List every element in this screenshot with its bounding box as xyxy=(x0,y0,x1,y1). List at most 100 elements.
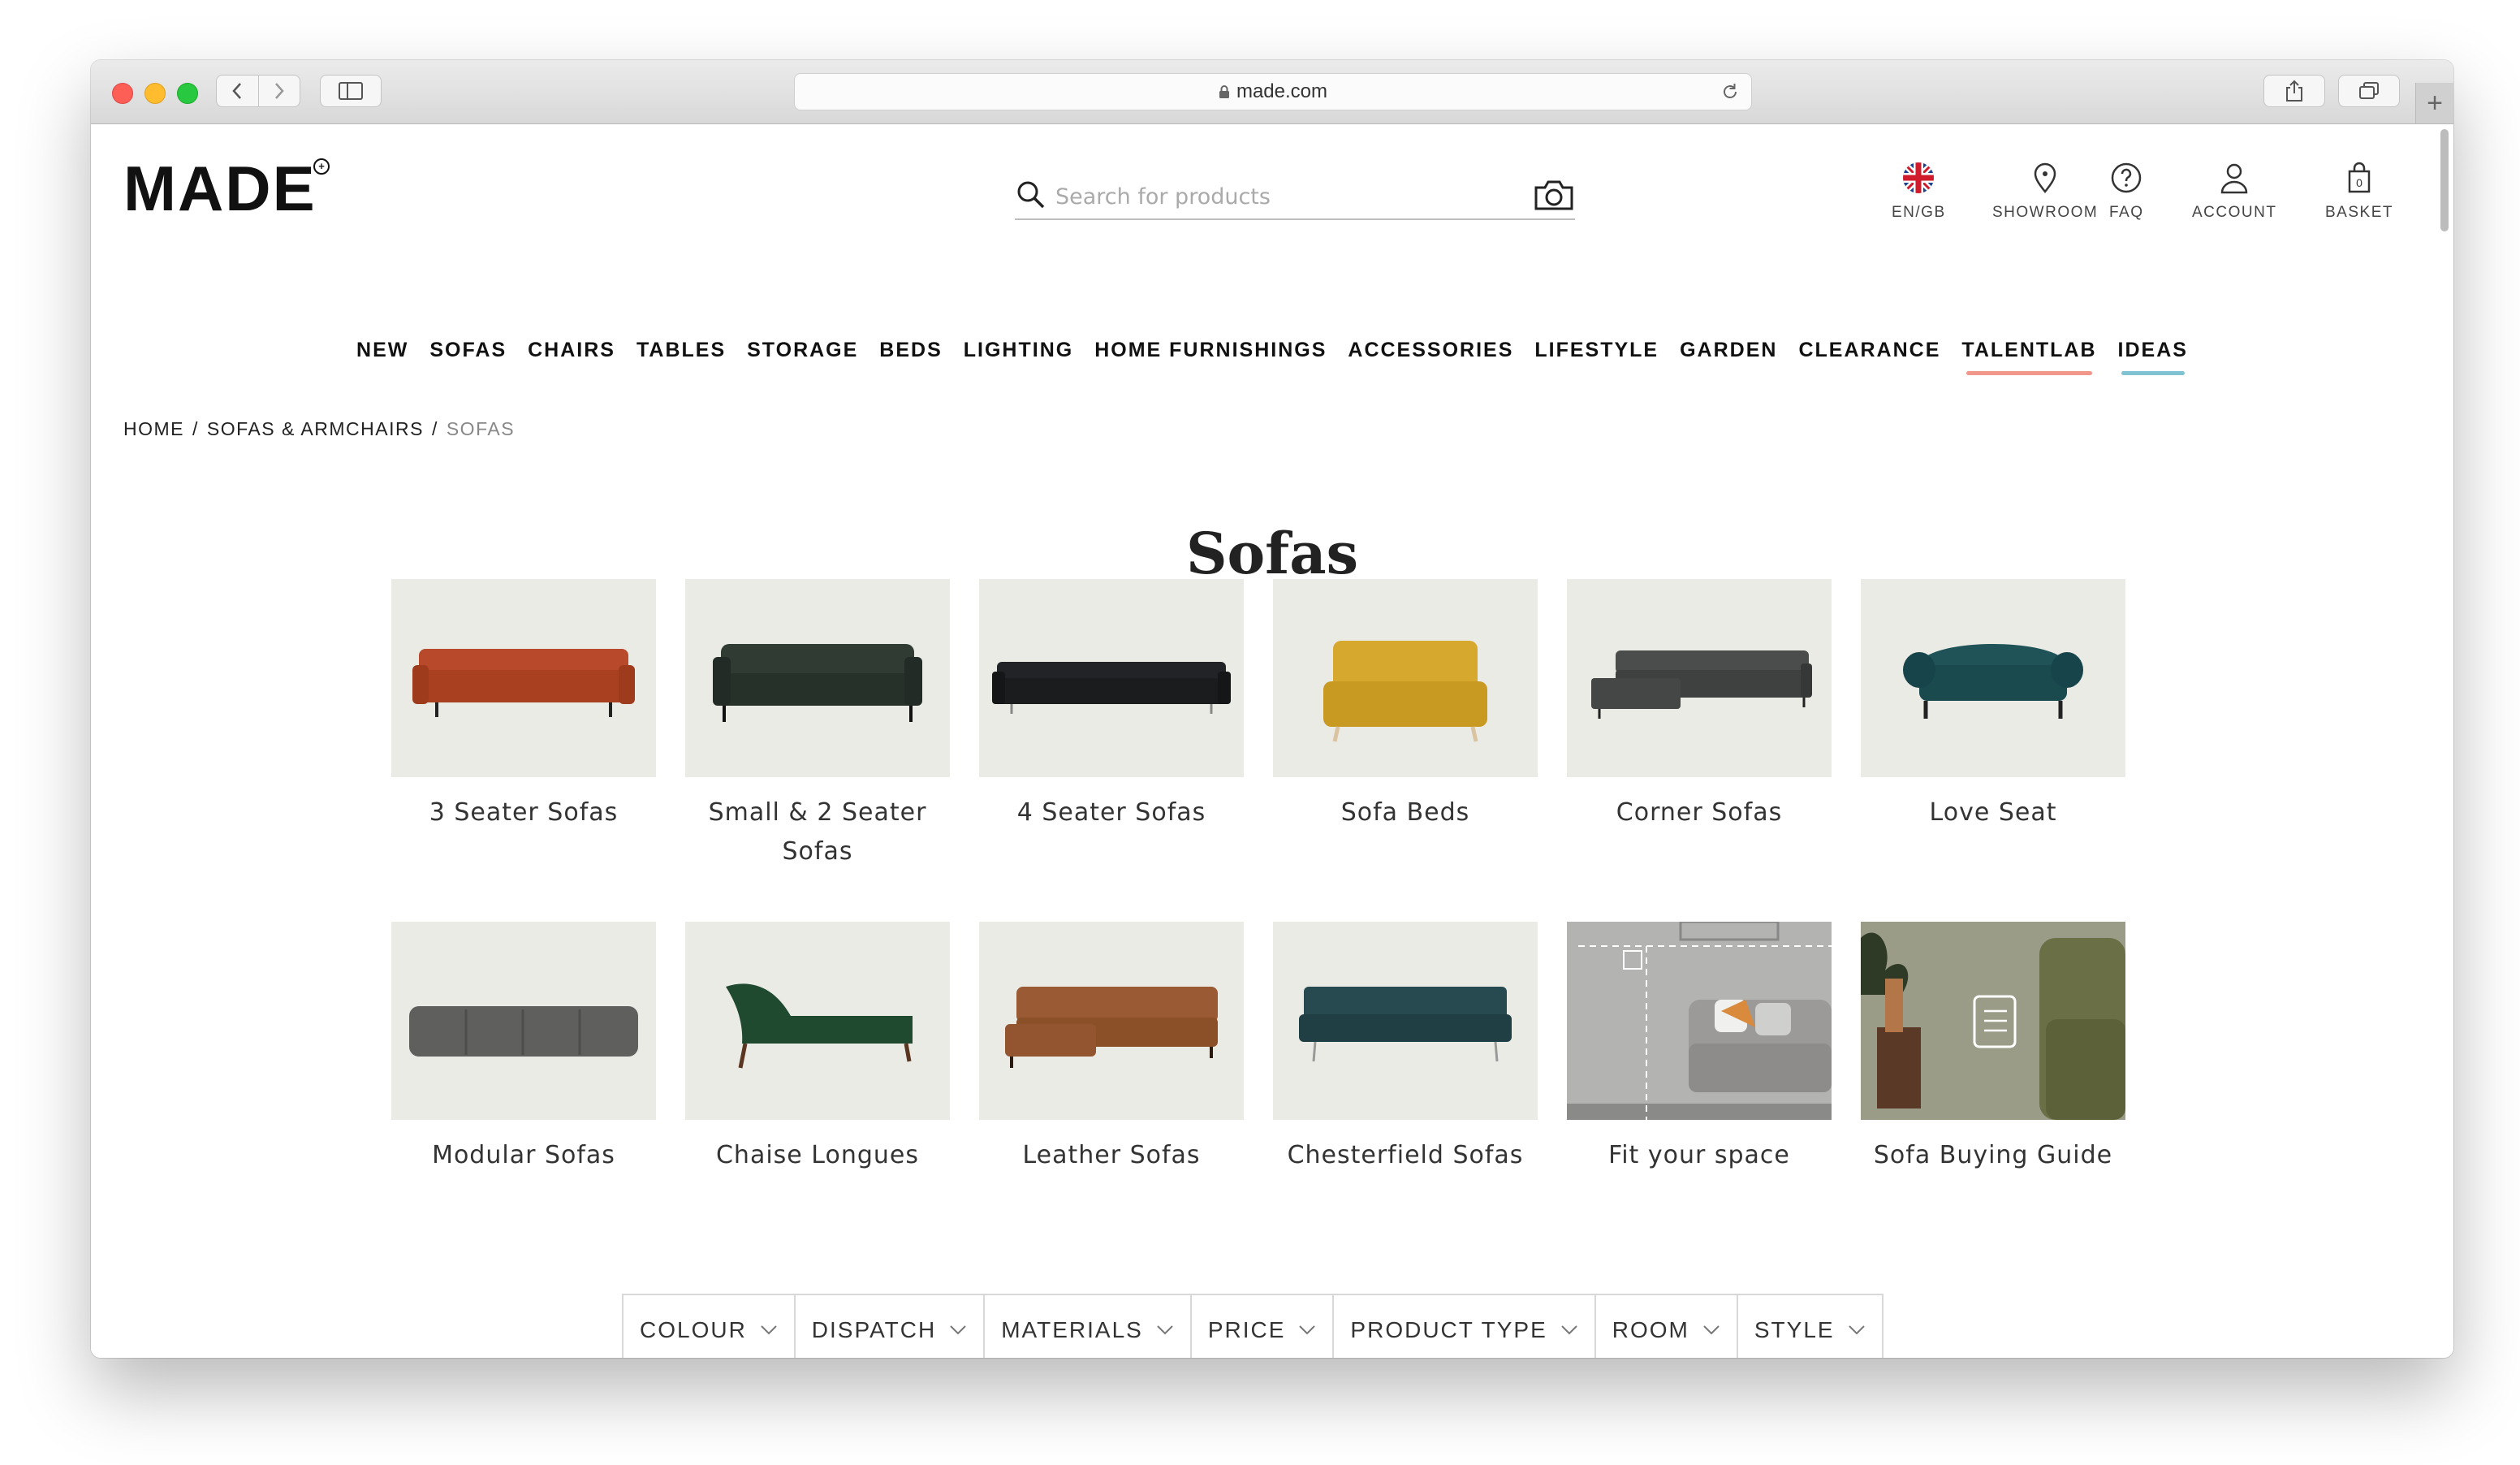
category-tile-buying-guide[interactable]: Sofa Buying Guide xyxy=(1861,922,2125,1175)
category-tile-4-seater[interactable]: 4 Seater Sofas xyxy=(979,579,1244,832)
category-image xyxy=(979,579,1244,777)
basket-icon: 0 xyxy=(2348,162,2371,193)
category-image xyxy=(685,579,950,777)
category-image xyxy=(979,922,1244,1120)
filter-label: PRODUCT TYPE xyxy=(1350,1317,1547,1342)
nav-item-storage[interactable]: STORAGE xyxy=(747,339,858,362)
browser-window: made.com + MADE + Search for products EN… xyxy=(91,60,2453,1358)
category-label: Chaise Longues xyxy=(715,1141,919,1169)
category-tile-small-2-seater[interactable]: Small & 2 Seater Sofas xyxy=(685,579,950,871)
filter-dispatch[interactable]: DISPATCH xyxy=(796,1295,986,1358)
category-tile-3-seater[interactable]: 3 Seater Sofas xyxy=(391,579,656,832)
zoom-window-button[interactable] xyxy=(177,83,198,104)
filter-product-type[interactable]: PRODUCT TYPE xyxy=(1334,1295,1596,1358)
category-label: Leather Sofas xyxy=(1022,1141,1201,1169)
search-icon[interactable] xyxy=(1015,179,1047,215)
account-link[interactable]: ACCOUNT xyxy=(2192,162,2276,222)
share-icon xyxy=(2286,80,2302,102)
nav-item-clearance[interactable]: CLEARANCE xyxy=(1798,339,1940,362)
category-image xyxy=(1567,922,1832,1120)
category-label: 3 Seater Sofas xyxy=(429,798,619,827)
filter-colour[interactable]: COLOUR xyxy=(624,1295,796,1358)
category-image xyxy=(1861,579,2125,777)
breadcrumb-sofas-armchairs[interactable]: SOFAS & ARMCHAIRS xyxy=(207,418,424,439)
page-scrollbar[interactable] xyxy=(2440,129,2449,231)
category-tile-leather[interactable]: Leather Sofas xyxy=(979,922,1244,1175)
language-selector[interactable]: EN/GB xyxy=(1892,162,1946,222)
chevron-left-icon xyxy=(232,83,242,99)
svg-text:0: 0 xyxy=(2356,176,2362,189)
category-tile-chesterfield[interactable]: Chesterfield Sofas xyxy=(1273,922,1538,1175)
nav-item-new[interactable]: NEW xyxy=(356,339,408,362)
filter-room[interactable]: ROOM xyxy=(1596,1295,1738,1358)
nav-item-lighting[interactable]: LIGHTING xyxy=(964,339,1073,362)
camera-icon[interactable] xyxy=(1533,178,1575,216)
basket-link[interactable]: 0 BASKET xyxy=(2325,162,2393,222)
share-button[interactable] xyxy=(2263,75,2325,107)
faq-label: FAQ xyxy=(2109,204,2144,221)
filter-label: PRICE xyxy=(1207,1317,1286,1342)
address-bar[interactable]: made.com xyxy=(794,73,1752,110)
category-image xyxy=(391,579,656,777)
filter-label: MATERIALS xyxy=(1001,1317,1143,1342)
category-label: Modular Sofas xyxy=(432,1141,615,1169)
filter-materials[interactable]: MATERIALS xyxy=(985,1295,1192,1358)
chevron-down-icon xyxy=(1702,1325,1720,1336)
language-label: EN/GB xyxy=(1892,204,1946,221)
nav-item-accessories[interactable]: ACCESSORIES xyxy=(1348,339,1513,362)
category-image xyxy=(1273,579,1538,777)
location-pin-icon xyxy=(2034,162,2056,194)
nav-item-ideas[interactable]: IDEAS xyxy=(2118,339,2188,375)
new-tab-button[interactable]: + xyxy=(2415,83,2453,123)
reload-icon[interactable] xyxy=(1720,82,1740,107)
category-tile-fit-your-space[interactable]: Fit your space xyxy=(1567,922,1832,1175)
basket-label: BASKET xyxy=(2325,204,2393,221)
nav-item-beds[interactable]: BEDS xyxy=(879,339,942,362)
nav-item-home-furnishings[interactable]: HOME FURNISHINGS xyxy=(1094,339,1327,362)
made-logo[interactable]: MADE xyxy=(123,157,317,220)
showroom-link[interactable]: SHOWROOM xyxy=(1992,162,2098,222)
tabs-icon xyxy=(2359,82,2379,99)
chevron-down-icon xyxy=(949,1325,967,1336)
category-label: Small & 2 Seater Sofas xyxy=(708,798,927,866)
nav-item-garden[interactable]: GARDEN xyxy=(1680,339,1777,362)
sidebar-toggle-button[interactable] xyxy=(320,75,382,107)
faq-link[interactable]: FAQ xyxy=(2109,162,2144,222)
filter-bar: COLOUR DISPATCH MATERIALS PRICE PRODUCT … xyxy=(622,1294,1884,1358)
forward-button[interactable] xyxy=(258,76,300,106)
browser-toolbar: made.com + xyxy=(91,60,2453,124)
filter-price[interactable]: PRICE xyxy=(1192,1295,1335,1358)
breadcrumb-home[interactable]: HOME xyxy=(123,418,184,439)
user-icon xyxy=(2220,163,2248,194)
account-label: ACCOUNT xyxy=(2192,204,2277,221)
showroom-label: SHOWROOM xyxy=(1992,204,2099,221)
category-tile-love-seat[interactable]: Love Seat xyxy=(1861,579,2125,832)
category-tile-chaise[interactable]: Chaise Longues xyxy=(685,922,950,1175)
chevron-down-icon xyxy=(1298,1325,1316,1336)
tab-overview-button[interactable] xyxy=(2338,75,2400,107)
nav-item-sofas[interactable]: SOFAS xyxy=(429,339,507,362)
breadcrumb-separator: / xyxy=(192,418,199,439)
nav-item-chairs[interactable]: CHAIRS xyxy=(528,339,615,362)
nav-item-talentlab[interactable]: TALENTLAB xyxy=(1961,339,2096,375)
filter-label: COLOUR xyxy=(640,1317,747,1342)
category-image xyxy=(1861,922,2125,1120)
category-image xyxy=(685,922,950,1120)
filter-style[interactable]: STYLE xyxy=(1738,1295,1882,1358)
category-label: Sofa Beds xyxy=(1340,798,1470,827)
filter-label: STYLE xyxy=(1754,1317,1835,1342)
nav-item-tables[interactable]: TABLES xyxy=(636,339,726,362)
question-circle-icon xyxy=(2112,162,2142,193)
sidebar-icon xyxy=(339,82,363,100)
search-input[interactable] xyxy=(1047,177,1533,216)
history-nav xyxy=(216,75,300,107)
category-label: Chesterfield Sofas xyxy=(1287,1141,1524,1169)
category-tile-sofa-beds[interactable]: Sofa Beds xyxy=(1273,579,1538,832)
category-tile-modular[interactable]: Modular Sofas xyxy=(391,922,656,1175)
back-button[interactable] xyxy=(217,76,258,106)
url-text: made.com xyxy=(1236,80,1328,102)
nav-item-lifestyle[interactable]: LIFESTYLE xyxy=(1534,339,1659,362)
category-tile-corner[interactable]: Corner Sofas xyxy=(1567,579,1832,832)
minimize-window-button[interactable] xyxy=(145,83,166,104)
close-window-button[interactable] xyxy=(112,83,133,104)
